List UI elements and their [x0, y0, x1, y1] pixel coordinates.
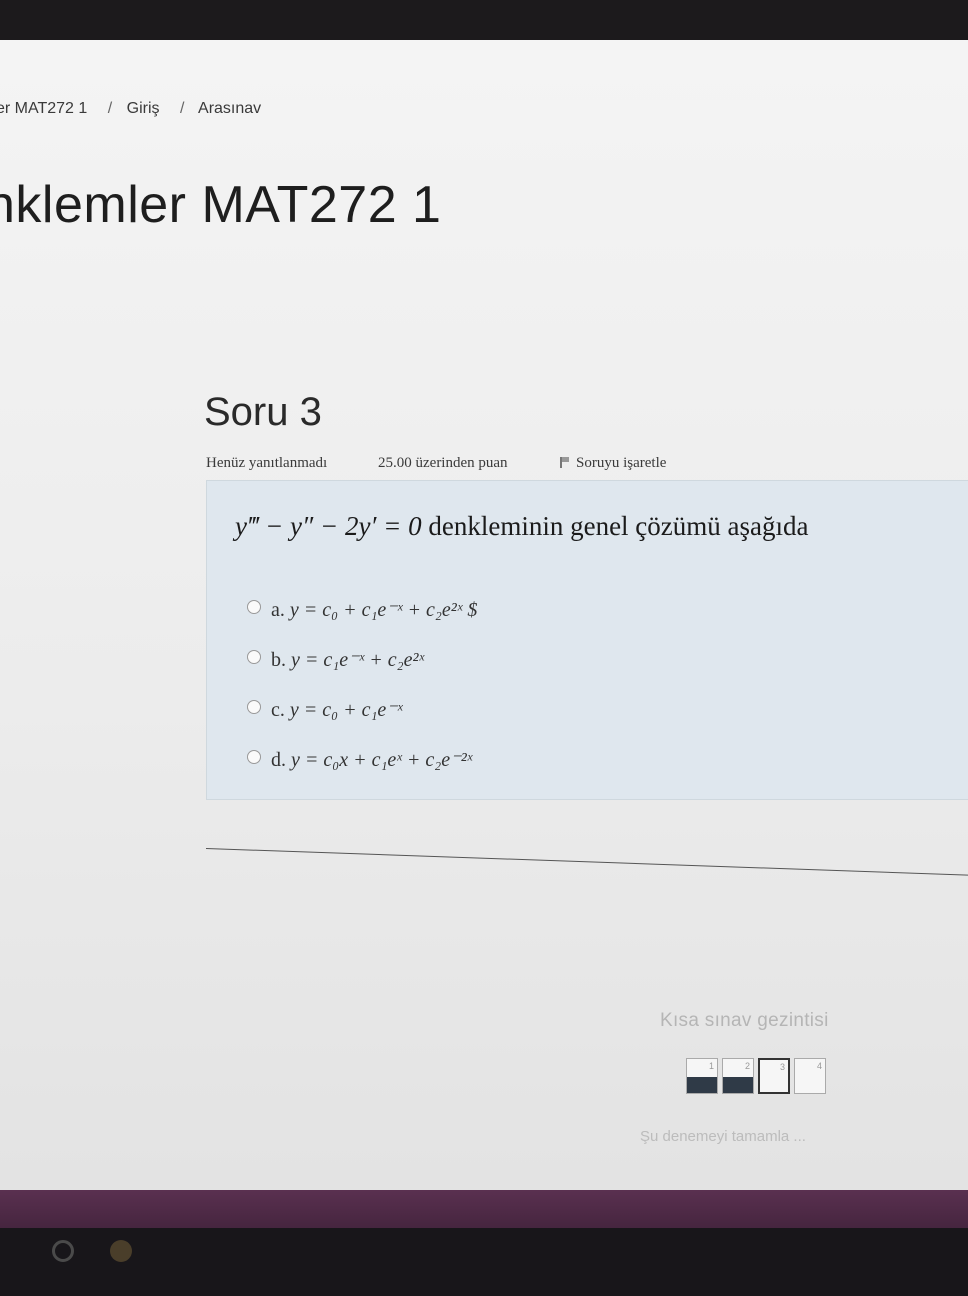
question-number: Soru 3	[204, 390, 322, 434]
question-box: y‴ − y″ − 2y′ = 0 denkleminin genel çözü…	[206, 480, 968, 800]
question-meta: Henüz yanıtlanmadı 25.00 üzerinden puan …	[206, 455, 906, 479]
breadcrumb-course[interactable]: er MAT272 1	[0, 100, 87, 117]
answer-letter: c.	[271, 699, 285, 721]
answer-letter: a.	[271, 599, 285, 621]
question-grade: 25.00 üzerinden puan	[378, 455, 508, 471]
quiz-nav-button-4[interactable]: 4	[794, 1058, 826, 1094]
divider	[205, 848, 968, 876]
quiz-nav-buttons: 1 2 3 4	[686, 1058, 826, 1094]
finish-attempt-link[interactable]: Şu denemeyi tamamla ...	[640, 1128, 806, 1145]
breadcrumb: er MAT272 1 / Giriş / Arasınav	[0, 100, 267, 118]
answer-text: y = c₀ + c₁e⁻ˣ	[289, 699, 403, 721]
answer-text: y = c₀x + c₁eˣ + c₂e⁻²ˣ	[291, 749, 473, 771]
quiz-navigation: Kısa sınav gezintisi 1 2 3 4 Şu denemeyi…	[640, 1010, 829, 1145]
quiz-nav-title: Kısa sınav gezintisi	[660, 1010, 829, 1031]
quiz-nav-button-1[interactable]: 1	[686, 1058, 718, 1094]
question-words: denkleminin genel çözümü aşağıda	[421, 511, 809, 541]
answer-text: y = c₀ + c₁e⁻ˣ + c₂e²ˣ $	[289, 599, 478, 621]
breadcrumb-arasinav[interactable]: Arasınav	[198, 100, 261, 117]
radio-button[interactable]	[247, 600, 261, 614]
taskbar	[0, 1228, 968, 1296]
footer-band	[0, 1190, 968, 1230]
radio-button[interactable]	[247, 700, 261, 714]
question-text: y‴ − y″ − 2y′ = 0 denkleminin genel çözü…	[235, 511, 808, 542]
question-state: Henüz yanıtlanmadı	[206, 455, 328, 471]
browser-viewport: er MAT272 1 / Giriş / Arasınav nklemler …	[0, 40, 968, 1230]
radio-button[interactable]	[247, 750, 261, 764]
answer-text: y = c₁e⁻ˣ + c₂e²ˣ	[291, 649, 425, 671]
answer-letter: d.	[271, 749, 286, 771]
taskbar-app-icon[interactable]	[110, 1240, 132, 1262]
question-equation: y‴ − y″ − 2y′ = 0	[235, 511, 422, 541]
taskbar-circle-icon[interactable]	[52, 1240, 74, 1262]
breadcrumb-giris[interactable]: Giriş	[127, 100, 160, 117]
answer-letter: b.	[271, 649, 286, 671]
quiz-nav-button-3[interactable]: 3	[758, 1058, 790, 1094]
question-info: Soru 3	[204, 390, 344, 435]
quiz-nav-button-2[interactable]: 2	[722, 1058, 754, 1094]
radio-button[interactable]	[247, 650, 261, 664]
flag-label: Soruyu işaretle	[576, 455, 667, 471]
flag-icon	[560, 457, 570, 468]
page-title: nklemler MAT272 1	[0, 176, 442, 234]
breadcrumb-separator: /	[107, 100, 113, 117]
flag-question-link[interactable]: Soruyu işaretle	[560, 455, 666, 472]
breadcrumb-separator: /	[180, 100, 185, 117]
